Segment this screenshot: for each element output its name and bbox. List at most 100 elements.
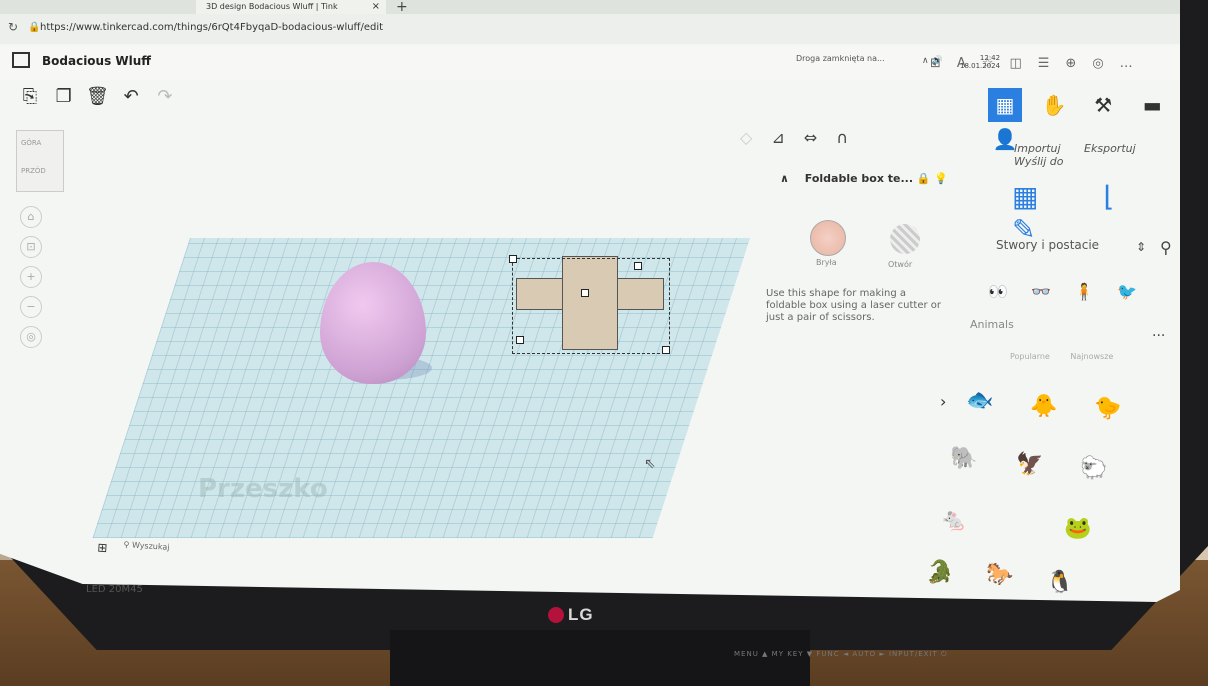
blocks-icon[interactable]: ▬: [1135, 88, 1169, 122]
new-tab-button[interactable]: +: [396, 0, 408, 15]
fit-view-button[interactable]: ⊡: [20, 236, 42, 258]
visibility-icon[interactable]: 💡: [934, 172, 948, 185]
shape-inspector: ∧ Foldable box te... 🔒 💡 Bryła Otwór Use…: [766, 172, 980, 323]
more-options-icon[interactable]: ...: [1152, 324, 1165, 340]
brand-name: LG: [568, 605, 594, 624]
eyes-icon[interactable]: 👀: [988, 282, 1008, 301]
search-icon[interactable]: ⚲: [1160, 238, 1172, 257]
favorites-icon[interactable]: ☰: [1038, 56, 1066, 71]
taskbar-clock[interactable]: 12:42 18.01.2024: [960, 54, 1000, 70]
lock-icon[interactable]: 🔒: [28, 22, 40, 33]
sort-options: Popularne Najnowsze: [1010, 352, 1131, 361]
redo-icon[interactable]: ↷: [151, 86, 179, 107]
animals-icon[interactable]: 🐦: [1117, 282, 1137, 301]
weather-notification[interactable]: Droga zamknięta na...: [796, 54, 885, 63]
extensions-icon[interactable]: ◎: [1092, 56, 1119, 71]
workplane-watermark: Przeszko: [198, 474, 328, 504]
system-tray-icons[interactable]: ∧ 🔊: [922, 56, 943, 66]
tab-close-icon[interactable]: ×: [372, 0, 380, 14]
view-cube-top[interactable]: GÓRA: [21, 139, 41, 147]
align-icon[interactable]: ⊿: [771, 128, 784, 147]
animal-shape-thumbnail[interactable]: 🐊: [926, 560, 953, 585]
delete-icon[interactable]: 🗑: [83, 86, 111, 107]
split-screen-icon[interactable]: ◫: [1009, 56, 1037, 71]
zoom-in-button[interactable]: +: [20, 266, 42, 288]
browser-tabstrip: 3D design Bodacious Wluff | Tink × +: [0, 0, 1180, 15]
group-icon[interactable]: ◇: [740, 128, 752, 147]
import-button[interactable]: Importuj: [1014, 142, 1061, 155]
duplicate-icon[interactable]: ❐: [50, 86, 78, 107]
taskbar-search[interactable]: ⚲ Wyszukaj: [123, 540, 169, 552]
chevron-right-icon[interactable]: ›: [940, 392, 946, 411]
animal-shape-thumbnail[interactable]: 🐁: [940, 508, 967, 533]
view-cube[interactable]: GÓRA PRZÓD: [16, 130, 64, 192]
view-cube-front[interactable]: PRZÓD: [21, 167, 46, 175]
taskbar-search-label: Wyszukaj: [131, 540, 170, 552]
tools-icon[interactable]: ⚒: [1086, 88, 1120, 122]
resize-handle[interactable]: [509, 255, 517, 263]
share-button[interactable]: Wyślij do: [1014, 155, 1064, 168]
animal-shape-thumbnail[interactable]: 🐧: [1046, 570, 1073, 595]
animal-shape-thumbnail[interactable]: 🐸: [1064, 516, 1091, 541]
resize-handle[interactable]: [634, 262, 642, 270]
mirror-icon[interactable]: ⇔: [804, 128, 817, 147]
refresh-icon[interactable]: ↻: [8, 20, 18, 34]
start-icon[interactable]: ⊞: [97, 540, 108, 555]
chevron-up-icon[interactable]: ∧: [780, 172, 789, 185]
sort-popular[interactable]: Popularne: [1010, 352, 1050, 361]
resize-handle[interactable]: [662, 346, 670, 354]
center-handle[interactable]: [581, 289, 589, 297]
inspector-header[interactable]: ∧ Foldable box te... 🔒 💡: [780, 172, 980, 185]
category-select[interactable]: Stwory i postacie: [996, 238, 1099, 252]
workplane-icon[interactable]: ▦: [1012, 180, 1038, 213]
shape-description: Use this shape for making a foldable box…: [766, 288, 942, 323]
mouse-cursor-icon: ⇖: [644, 456, 656, 472]
tab-title: 3D design Bodacious Wluff | Tink: [206, 2, 338, 11]
animal-shape-thumbnail[interactable]: 🐎: [986, 562, 1013, 587]
subcategory-label: Animals: [970, 318, 1014, 331]
grid-view-icon[interactable]: ▦: [988, 88, 1022, 122]
bricks-icon[interactable]: ✋: [1037, 88, 1071, 122]
animal-shape-thumbnail[interactable]: 🐤: [1094, 396, 1121, 421]
animal-shape-thumbnail[interactable]: 🐥: [1030, 394, 1057, 419]
export-button[interactable]: Eksportuj: [1084, 142, 1136, 155]
solid-label: Bryła: [816, 258, 837, 267]
menu-icon[interactable]: [12, 52, 30, 68]
undo-icon[interactable]: ↶: [117, 86, 145, 107]
animal-shape-thumbnail[interactable]: 🐑: [1080, 456, 1107, 481]
address-input[interactable]: https://www.tinkercad.com/things/6rQt4Fb…: [40, 22, 383, 33]
sort-newest[interactable]: Najnowsze: [1070, 352, 1113, 361]
inspector-title: Foldable box te...: [804, 172, 914, 185]
edit-toolbar: ⎘ ❐ 🗑 ↶ ↷: [16, 86, 179, 107]
lg-logo: LG: [548, 605, 594, 625]
glasses-icon[interactable]: 👓: [1031, 282, 1051, 301]
design-title[interactable]: Bodacious Wluff: [42, 54, 151, 68]
hole-swatch[interactable]: [890, 224, 920, 254]
browser-tab[interactable]: 3D design Bodacious Wluff | Tink ×: [196, 0, 386, 14]
clock-date: 18.01.2024: [960, 62, 1001, 70]
animal-shape-thumbnail[interactable]: 🦅: [1016, 452, 1043, 477]
monitor-model-label: LED 20M45: [86, 584, 143, 595]
solid-color-swatch[interactable]: [810, 220, 846, 256]
library-tabs: ▦ ⌊ ✎: [1012, 180, 1180, 246]
select-arrows-icon[interactable]: ⇕: [1136, 240, 1146, 254]
subcategory-icons: 👀 👓 🧍 🐦: [988, 282, 1155, 301]
copy-icon[interactable]: ⎘: [16, 86, 44, 107]
figures-icon[interactable]: 🧍: [1074, 282, 1094, 301]
zoom-out-button[interactable]: −: [20, 296, 42, 318]
animal-shape-thumbnail[interactable]: 🐟: [966, 388, 993, 413]
animal-shape-thumbnail[interactable]: 🐘: [950, 446, 977, 471]
ortho-view-button[interactable]: ◎: [20, 326, 42, 348]
home-view-button[interactable]: ⌂: [20, 206, 42, 228]
collections-icon[interactable]: ⊕: [1065, 56, 1092, 71]
ruler-icon[interactable]: ⌊: [1103, 180, 1114, 213]
more-icon[interactable]: …: [1120, 56, 1149, 71]
monitor-buttons: MENU ▲ MY KEY ▼ FUNC ◄ AUTO ► INPUT/EXIT…: [734, 650, 948, 658]
resize-handle[interactable]: [516, 336, 524, 344]
zoom-controls: ⌂ ⊡ + − ◎: [20, 206, 42, 356]
lg-logo-icon: [548, 607, 564, 623]
lock-shape-icon[interactable]: 🔒: [917, 172, 931, 185]
top-links: Importuj Eksportuj Wyślij do: [1014, 142, 1180, 168]
selection-outline: [512, 258, 670, 354]
magnet-icon[interactable]: ∩: [836, 128, 848, 147]
